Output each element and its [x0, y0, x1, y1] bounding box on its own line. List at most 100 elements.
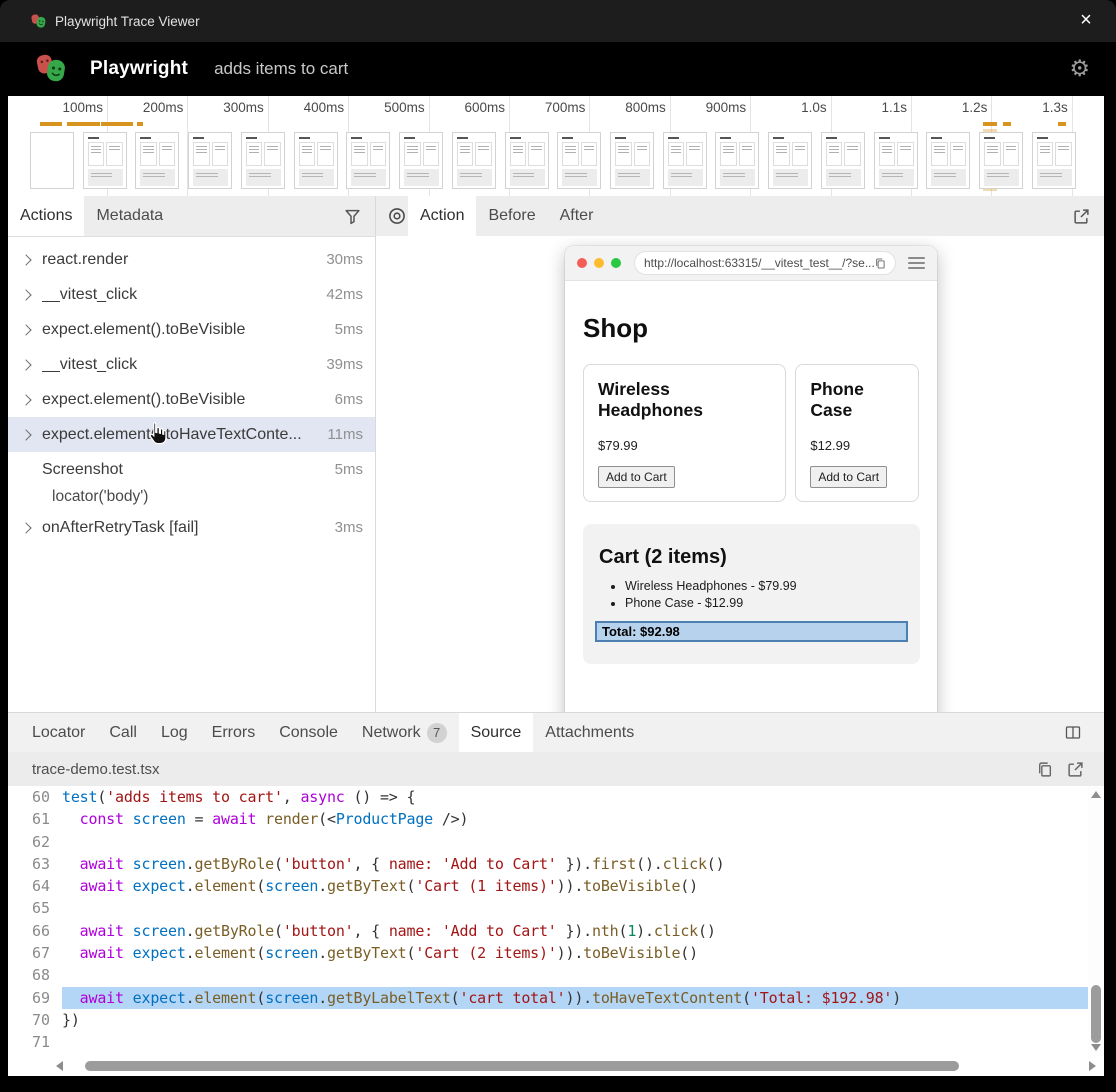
timeline-activity-bar [983, 122, 997, 126]
action-list: react.render30ms__vitest_click42msexpect… [8, 237, 375, 545]
action-row[interactable]: Screenshot5ms [8, 452, 375, 487]
timeline-thumbnail[interactable] [610, 132, 654, 189]
timeline-tick-label: 800ms [588, 100, 666, 115]
copy-url-icon[interactable] [874, 257, 886, 270]
vertical-scroll-thumb[interactable] [1091, 985, 1101, 1043]
scroll-right-arrow-icon[interactable] [1089, 1061, 1096, 1071]
tab-label: Errors [212, 724, 256, 742]
traffic-light-yellow-icon [594, 258, 604, 268]
timeline-thumbnail[interactable] [505, 132, 549, 189]
timeline-thumbnail[interactable] [346, 132, 390, 189]
filter-icon[interactable] [344, 196, 361, 236]
action-duration: 11ms [327, 426, 363, 443]
add-to-cart-button[interactable]: Add to Cart [810, 466, 887, 488]
timeline-thumbnail[interactable] [979, 132, 1023, 189]
line-number: 71 [8, 1031, 62, 1053]
cart-item: Wireless Headphones - $79.99 [625, 579, 908, 593]
action-row[interactable]: expect.element().toBeVisible5ms [8, 312, 375, 347]
timeline-thumbnail[interactable] [30, 132, 74, 189]
title-bar: Playwright Trace Viewer × [0, 0, 1116, 42]
split-view-icon[interactable] [1064, 713, 1082, 752]
snapshot-area: http://localhost:63315/__vitest_test__/?… [376, 236, 1104, 712]
timeline-thumbnail[interactable] [294, 132, 338, 189]
action-label: __vitest_click [42, 286, 318, 304]
source-code-view[interactable]: 60test('adds items to cart', async () =>… [8, 786, 1104, 1056]
timeline-thumbnail[interactable] [557, 132, 601, 189]
product-name: Wireless Headphones [598, 379, 771, 422]
timeline-thumbnail[interactable] [399, 132, 443, 189]
vertical-scrollbar[interactable] [1088, 786, 1104, 1056]
timeline-thumbnail[interactable] [241, 132, 285, 189]
action-row[interactable]: __vitest_click39ms [8, 347, 375, 382]
tab-network[interactable]: Network7 [350, 713, 459, 752]
browser-menu-icon[interactable] [908, 254, 925, 272]
tab-source[interactable]: Source [459, 713, 534, 752]
timeline-thumbnail[interactable] [1032, 132, 1076, 189]
tab-action[interactable]: Action [408, 196, 476, 236]
action-row[interactable]: expect.element().toHaveTextConte...11ms [8, 417, 375, 452]
horizontal-scroll-thumb[interactable] [85, 1061, 959, 1071]
timeline[interactable]: 100ms200ms300ms400ms500ms600ms700ms800ms… [8, 96, 1104, 197]
tab-console[interactable]: Console [267, 713, 350, 752]
timeline-thumbnail[interactable] [83, 132, 127, 189]
tab-before[interactable]: Before [476, 196, 547, 236]
chevron-right-icon [18, 256, 42, 264]
timeline-thumbnail[interactable] [188, 132, 232, 189]
scroll-up-arrow-icon[interactable] [1091, 791, 1101, 798]
open-source-external-icon[interactable] [1067, 761, 1084, 778]
tab-log[interactable]: Log [149, 713, 200, 752]
tab-after[interactable]: After [548, 196, 606, 236]
pick-locator-target-icon[interactable] [388, 196, 406, 236]
main-split: ActionsMetadata react.render 30ms __vitest… [8, 196, 1104, 712]
tab-call[interactable]: Call [97, 713, 149, 752]
timeline-thumbnail[interactable] [768, 132, 812, 189]
page-title: Shop [583, 313, 919, 344]
chevron-right-icon [18, 291, 42, 299]
timeline-activity-bar [67, 122, 100, 126]
tab-label: Console [279, 724, 338, 742]
timeline-thumbnail[interactable] [715, 132, 759, 189]
horizontal-scrollbar[interactable] [8, 1056, 1104, 1076]
scroll-left-arrow-icon[interactable] [56, 1061, 63, 1071]
timeline-thumbnail[interactable] [663, 132, 707, 189]
tab-attachments[interactable]: Attachments [533, 713, 646, 752]
timeline-activity-bar [137, 122, 143, 126]
action-label: onAfterRetryTask [fail] [42, 519, 327, 537]
tab-label: Locator [32, 724, 85, 742]
url-text: http://localhost:63315/__vitest_test__/?… [644, 256, 874, 270]
action-row[interactable]: onAfterRetryTask [fail]3ms [8, 510, 375, 545]
app-header: Playwright adds items to cart ⚙ [0, 42, 1116, 96]
tab-metadata[interactable]: Metadata [84, 196, 175, 236]
add-to-cart-button[interactable]: Add to Cart [598, 466, 675, 488]
timeline-thumbnail[interactable] [135, 132, 179, 189]
action-label: react.render [42, 251, 318, 269]
settings-gear-icon[interactable]: ⚙ [1069, 56, 1090, 82]
tab-locator[interactable]: Locator [20, 713, 97, 752]
action-row[interactable]: __vitest_click42ms [8, 277, 375, 312]
action-duration: 5ms [335, 461, 363, 478]
line-number: 69 [8, 987, 62, 1009]
browser-chrome: http://localhost:63315/__vitest_test__/?… [565, 246, 937, 281]
close-icon[interactable]: × [1074, 9, 1098, 31]
tab-errors[interactable]: Errors [200, 713, 268, 752]
code-line: 71 [8, 1031, 1104, 1053]
action-row[interactable]: react.render 30ms [8, 242, 375, 277]
product-price: $12.99 [810, 438, 904, 453]
timeline-thumbnail[interactable] [452, 132, 496, 189]
action-duration: 39ms [326, 356, 363, 373]
timeline-thumbnail[interactable] [821, 132, 865, 189]
timeline-thumbnail[interactable] [874, 132, 918, 189]
snapshot-tabstrip: ActionBeforeAfter [376, 196, 1104, 237]
tab-actions[interactable]: Actions [8, 196, 84, 236]
tab-label: Network [362, 724, 421, 742]
code-line: 68 [8, 964, 1104, 986]
open-snapshot-external-icon[interactable] [1073, 196, 1090, 236]
timeline-thumbnail[interactable] [926, 132, 970, 189]
copy-source-icon[interactable] [1036, 761, 1053, 778]
scroll-down-arrow-icon[interactable] [1091, 1044, 1101, 1051]
action-duration: 30ms [326, 251, 363, 268]
mouse-cursor-hand-icon [146, 421, 168, 451]
code-line: 67 await expect.element(screen.getByText… [8, 942, 1104, 964]
playwright-logo-icon [34, 52, 68, 86]
action-row[interactable]: expect.element().toBeVisible6ms [8, 382, 375, 417]
